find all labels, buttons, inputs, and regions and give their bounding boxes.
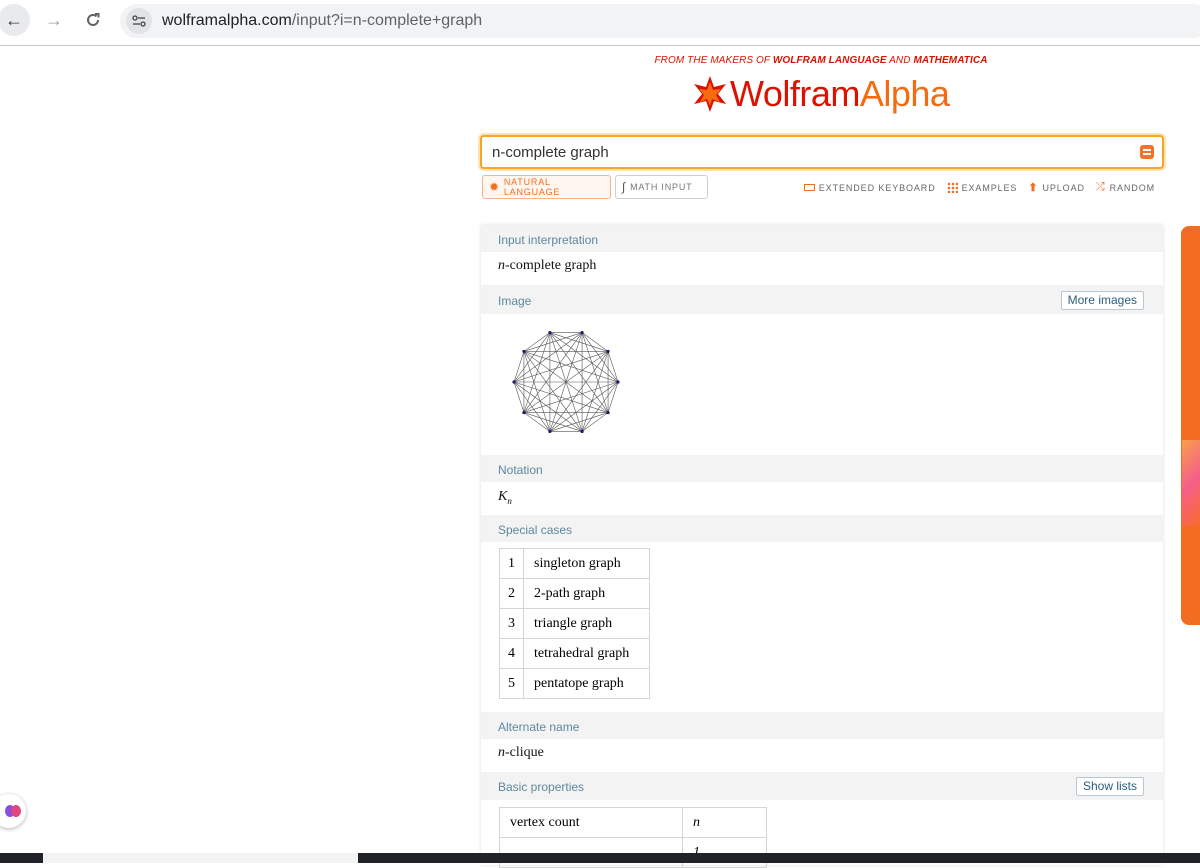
- special-case-row: 4 tetrahedral graph: [499, 638, 650, 669]
- case-name: pentatope graph: [523, 668, 650, 699]
- pod-header-input: Input interpretation: [481, 225, 1163, 252]
- graph-vertex: [606, 410, 610, 415]
- case-index: 3: [499, 608, 524, 639]
- notation-value: Kn: [498, 489, 512, 506]
- case-index: 1: [499, 548, 524, 579]
- graph-edge: [513, 381, 525, 413]
- graph-edge: [523, 332, 551, 352]
- case-name: tetrahedral graph: [523, 638, 650, 669]
- pod-header-notation: Notation: [481, 455, 1163, 482]
- forward-icon[interactable]: →: [38, 4, 70, 36]
- pod-header-special-cases: Special cases: [481, 515, 1163, 542]
- graph-edge: [581, 332, 609, 352]
- extended-keyboard-button[interactable]: EXTENDED KEYBOARD: [803, 181, 936, 194]
- upload-icon: ⬆: [1028, 182, 1039, 194]
- graph-edge: [523, 332, 551, 413]
- pod-header-image: Image More images: [481, 285, 1163, 314]
- pod-header-basic-properties: Basic properties Show lists: [481, 772, 1163, 800]
- case-index: 5: [499, 668, 524, 699]
- case-name: triangle graph: [523, 608, 650, 639]
- alternate-name-text: n-clique: [498, 745, 544, 760]
- back-icon[interactable]: ←: [0, 4, 30, 36]
- spikey-icon: ✹: [489, 180, 500, 194]
- integral-icon: ∫: [622, 180, 627, 194]
- address-bar[interactable]: wolframalpha.com/input?i=n-complete+grap…: [120, 4, 1200, 38]
- natural-language-button[interactable]: ✹ NATURAL LANGUAGE: [482, 175, 611, 199]
- special-case-row: 2 2-path graph: [499, 578, 650, 609]
- math-input-button[interactable]: ∫ MATH INPUT: [615, 175, 708, 199]
- graph-vertex: [548, 429, 552, 434]
- graph-vertex: [548, 330, 552, 335]
- graph-edge: [549, 332, 609, 352]
- spikey-logo-icon: [694, 76, 726, 112]
- reload-icon[interactable]: [77, 4, 109, 36]
- case-name: 2-path graph: [523, 578, 650, 609]
- search-query-text[interactable]: n-complete graph: [492, 144, 609, 161]
- os-taskbar: [0, 853, 1200, 863]
- input-interpretation-text: n-complete graph: [498, 258, 597, 273]
- graph-edge: [523, 412, 551, 432]
- side-promo-panel[interactable]: [1181, 226, 1200, 625]
- random-button[interactable]: ⤮ RANDOM: [1096, 181, 1155, 194]
- url-text[interactable]: wolframalpha.com/input?i=n-complete+grap…: [162, 12, 482, 30]
- graph-edge: [513, 381, 551, 432]
- tagline: FROM THE MAKERS OF WOLFRAM LANGUAGE AND …: [654, 55, 988, 66]
- shuffle-icon: ⤮: [1095, 181, 1106, 193]
- graph-vertex: [616, 380, 620, 384]
- graph-vertex: [580, 330, 584, 335]
- graph-vertex: [512, 380, 516, 384]
- graph-vertex: [522, 349, 526, 354]
- graph-edge: [523, 351, 619, 383]
- wolframalpha-logo[interactable]: WolframAlpha: [690, 72, 950, 116]
- examples-button[interactable]: EXAMPLES: [946, 181, 1018, 194]
- graph-vertex: [522, 410, 526, 415]
- graph-edge: [523, 351, 583, 432]
- special-case-row: 3 triangle graph: [499, 608, 650, 639]
- site-settings-icon[interactable]: [126, 8, 152, 34]
- special-case-row: 5 pentatope graph: [499, 668, 650, 699]
- promo-graphic: [1182, 440, 1200, 526]
- case-index: 2: [499, 578, 524, 609]
- complete-graph-image: [512, 330, 620, 434]
- compute-button-icon[interactable]: [1140, 145, 1154, 159]
- graph-edge: [513, 351, 525, 383]
- special-cases-table: 1 singleton graph 2 2-path graph 3 triangle g…: [499, 548, 650, 699]
- search-input[interactable]: n-complete graph: [480, 135, 1164, 169]
- graph-edge: [607, 381, 619, 413]
- input-toolbar: EXTENDED KEYBOARD EXAMPLES ⬆ UPLOAD ⤮ RAND…: [803, 181, 1155, 194]
- graph-edge: [549, 332, 609, 413]
- special-case-row: 1 singleton graph: [499, 548, 650, 579]
- graph-vertex: [580, 429, 584, 434]
- browser-toolbar: ← → wolframalpha.com/input?i=n-complete+…: [0, 0, 1200, 46]
- graph-vertex: [606, 349, 610, 354]
- graph-edge: [607, 351, 619, 383]
- property-value: n: [682, 807, 767, 838]
- graph-edge: [513, 381, 609, 413]
- assistant-extension-icon[interactable]: [0, 794, 26, 828]
- graph-edge: [513, 332, 551, 383]
- more-images-button[interactable]: More images: [1060, 291, 1144, 310]
- graph-edge: [581, 412, 609, 432]
- upload-button[interactable]: ⬆ UPLOAD: [1028, 181, 1085, 194]
- show-lists-button[interactable]: Show lists: [1075, 777, 1144, 796]
- pod-header-alternate-name: Alternate name: [481, 712, 1163, 739]
- property-row: vertex count n: [499, 807, 767, 838]
- grid-icon: [946, 182, 958, 193]
- graph-edge: [523, 412, 583, 432]
- keyboard-icon: [803, 184, 815, 191]
- results-panel: Input interpretation n-complete graph Im…: [481, 225, 1163, 868]
- property-label: vertex count: [499, 807, 683, 838]
- case-index: 4: [499, 638, 524, 669]
- case-name: singleton graph: [523, 548, 650, 579]
